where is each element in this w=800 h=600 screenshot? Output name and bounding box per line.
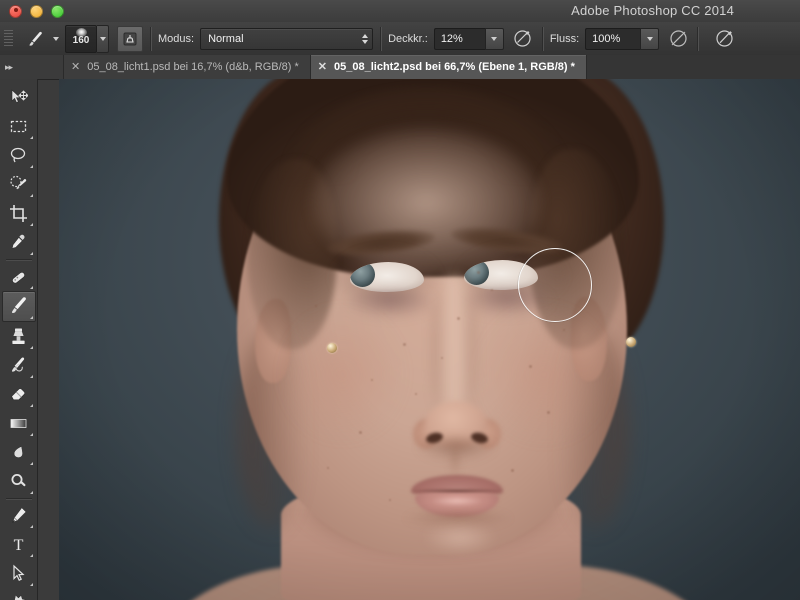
app-title: Adobe Photoshop CC 2014 <box>571 3 734 18</box>
svg-text:T: T <box>14 537 24 554</box>
brush-preset-dropdown-arrow[interactable] <box>97 24 109 53</box>
pressure-opacity-icon[interactable] <box>511 28 535 50</box>
document-tab-bar: ▸▸ ✕ 05_08_licht1.psd bei 16,7% (d&b, RG… <box>0 55 800 80</box>
opacity-dropdown-arrow[interactable] <box>484 27 504 50</box>
path-selection-tool[interactable] <box>3 559 35 588</box>
tools-panel: T <box>0 79 38 600</box>
eyedropper-tool[interactable] <box>3 228 35 257</box>
clone-stamp-tool[interactable] <box>3 322 35 351</box>
tool-submenu-indicator-icon <box>29 252 33 255</box>
brush-panel-toggle-icon[interactable] <box>117 25 143 52</box>
tool-submenu-indicator-icon <box>29 404 33 407</box>
airbrush-icon[interactable] <box>666 28 690 50</box>
flow-value[interactable]: 100% <box>585 27 641 50</box>
tool-submenu-indicator-icon <box>29 583 33 586</box>
photoshop-window: Adobe Photoshop CC 2014 160 Modus: Norma… <box>0 0 800 600</box>
tool-submenu-indicator-icon <box>29 165 33 168</box>
tool-submenu-indicator-icon <box>29 554 33 557</box>
double-chevron-right-icon: ▸▸ <box>5 61 13 72</box>
custom-shape-tool[interactable] <box>3 588 35 600</box>
brush-tool-icon[interactable] <box>23 28 49 50</box>
blur-tool[interactable] <box>3 438 35 467</box>
quick-selection-tool[interactable] <box>3 170 35 199</box>
tool-submenu-indicator-icon <box>29 223 33 226</box>
dodge-tool[interactable] <box>3 467 35 496</box>
close-window-button[interactable] <box>9 4 22 18</box>
minimize-window-button[interactable] <box>30 4 43 18</box>
close-icon[interactable]: ✕ <box>318 61 327 73</box>
type-tool[interactable]: T <box>3 530 35 559</box>
document-tab-2[interactable]: ✕ 05_08_licht2.psd bei 66,7% (Ebene 1, R… <box>310 55 587 79</box>
opacity-control[interactable]: 12% <box>433 27 504 50</box>
rectangular-marquee-tool[interactable] <box>3 112 35 141</box>
mode-label: Modus: <box>158 32 195 45</box>
tool-submenu-indicator-icon <box>29 433 33 436</box>
tool-submenu-indicator-icon <box>29 194 33 197</box>
chevron-updown-icon <box>362 33 369 44</box>
panel-expand-button[interactable]: ▸▸ <box>0 55 64 79</box>
tool-submenu-indicator-icon <box>29 462 33 465</box>
blend-mode-value: Normal <box>208 32 244 45</box>
document-tab-1[interactable]: ✕ 05_08_licht1.psd bei 16,7% (d&b, RGB/8… <box>64 55 311 79</box>
flow-dropdown-arrow[interactable] <box>640 27 660 50</box>
tool-submenu-indicator-icon <box>29 525 33 528</box>
options-divider-4 <box>697 26 699 51</box>
flow-control[interactable]: 100% <box>585 27 660 50</box>
healing-brush-tool[interactable] <box>3 262 35 291</box>
blend-mode-select[interactable]: Normal <box>200 27 374 50</box>
pen-tool[interactable] <box>3 501 35 530</box>
tool-submenu-indicator-icon <box>29 136 33 139</box>
document-tab-2-label: 05_08_licht2.psd bei 66,7% (Ebene 1, RGB… <box>334 61 575 73</box>
opacity-value[interactable]: 12% <box>433 27 485 50</box>
maximize-window-button[interactable] <box>51 4 64 18</box>
window-title-bar: Adobe Photoshop CC 2014 <box>0 0 800 23</box>
tool-submenu-indicator-icon <box>29 286 33 289</box>
tool-divider <box>5 259 32 260</box>
move-tool[interactable] <box>3 83 35 112</box>
options-bar-grip[interactable] <box>4 29 13 48</box>
eraser-tool[interactable] <box>3 380 35 409</box>
gradient-tool[interactable] <box>3 409 35 438</box>
brush-tool-flyout-icon[interactable] <box>53 36 59 41</box>
portrait-photograph <box>59 79 800 600</box>
tab-bar-empty-area <box>586 55 800 79</box>
crop-tool[interactable] <box>3 199 35 228</box>
brush-tool[interactable] <box>1 291 36 322</box>
brush-size-value: 160 <box>72 34 90 46</box>
lasso-tool[interactable] <box>3 141 35 170</box>
brush-preset-picker[interactable]: 160 <box>65 24 97 53</box>
tool-submenu-indicator-icon <box>29 346 33 349</box>
window-controls <box>9 4 64 18</box>
options-divider <box>150 26 151 51</box>
options-bar: 160 Modus: Normal Deckkr.: 12% Fluss: 10… <box>0 22 800 56</box>
close-icon[interactable]: ✕ <box>71 61 80 73</box>
tool-submenu-indicator-icon <box>29 316 33 319</box>
tool-submenu-indicator-icon <box>29 491 33 494</box>
options-divider-3 <box>541 26 543 51</box>
history-brush-tool[interactable] <box>3 351 35 380</box>
opacity-label: Deckkr.: <box>388 32 428 45</box>
tool-divider-2 <box>5 498 32 499</box>
pressure-size-icon[interactable] <box>712 28 736 50</box>
image-canvas[interactable] <box>59 79 800 600</box>
tool-submenu-indicator-icon <box>29 375 33 378</box>
document-tab-1-label: 05_08_licht1.psd bei 16,7% (d&b, RGB/8) … <box>87 61 299 73</box>
options-divider-2 <box>380 26 382 51</box>
flow-label: Fluss: <box>549 32 580 45</box>
